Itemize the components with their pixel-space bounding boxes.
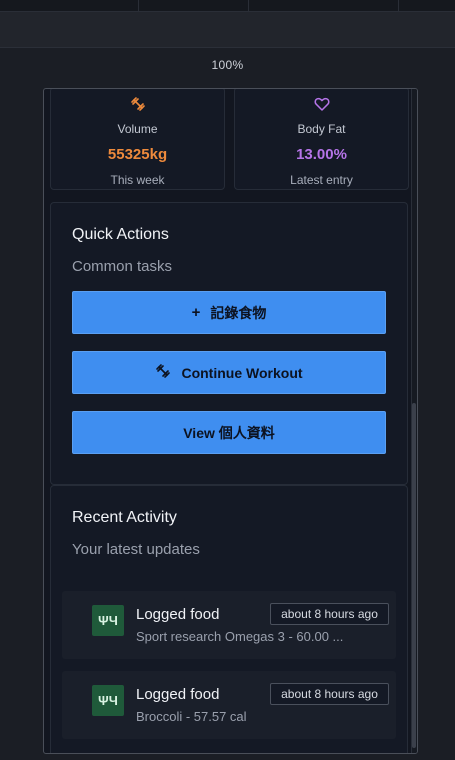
- tab-divider: [398, 0, 399, 12]
- tab-divider: [138, 0, 139, 12]
- button-label: Continue Workout: [181, 364, 303, 381]
- activity-item[interactable]: ΨЧ Logged food Sport research Omegas 3 -…: [62, 591, 396, 659]
- stat-card-volume: Volume 55325kg This week: [50, 89, 225, 190]
- stat-value: 55325kg: [107, 146, 168, 163]
- quick-actions-card: Quick Actions Common tasks + 記錄食物 Contin…: [50, 202, 408, 485]
- zoom-level: 100%: [211, 58, 244, 72]
- tab-divider: [248, 0, 249, 12]
- utensils-icon: ΨЧ: [92, 685, 124, 716]
- devtools-toolbar: [0, 12, 455, 48]
- card-subtitle: Your latest updates: [72, 541, 200, 558]
- timestamp-badge: about 8 hours ago: [270, 683, 389, 705]
- activity-description: Sport research Omegas 3 - 60.00 ...: [136, 629, 344, 644]
- continue-workout-button[interactable]: Continue Workout: [72, 351, 386, 394]
- activity-description: Broccoli - 57.57 cal: [136, 709, 247, 724]
- stat-caption: Latest entry: [290, 173, 353, 187]
- activity-title: Logged food: [136, 606, 220, 623]
- timestamp-badge: about 8 hours ago: [270, 603, 389, 625]
- button-label: View 個人資料: [183, 424, 275, 441]
- button-label: 記錄食物: [210, 304, 267, 321]
- utensils-icon: ΨЧ: [92, 605, 124, 636]
- stat-value: 13.00%: [296, 146, 347, 163]
- stat-label: Body Fat: [297, 122, 346, 136]
- card-title: Quick Actions: [72, 226, 169, 243]
- recent-activity-card: Recent Activity Your latest updates ΨЧ L…: [50, 485, 408, 753]
- stat-caption: This week: [110, 173, 165, 187]
- browser-tabstrip: [0, 0, 455, 12]
- scrollbar-thumb[interactable]: [412, 403, 416, 748]
- heart-icon: [235, 96, 408, 114]
- activity-title: Logged food: [136, 686, 220, 703]
- stat-label: Volume: [117, 122, 158, 136]
- stat-card-body-fat: Body Fat 13.00% Latest entry: [234, 89, 409, 190]
- dumbbell-icon: [155, 363, 171, 382]
- card-subtitle: Common tasks: [72, 258, 173, 275]
- card-title: Recent Activity: [72, 509, 177, 526]
- view-profile-button[interactable]: View 個人資料: [72, 411, 386, 454]
- dumbbell-icon: [51, 96, 224, 114]
- device-viewport: Volume 55325kg This week Body Fat 13.00%…: [43, 88, 418, 754]
- log-food-button[interactable]: + 記錄食物: [72, 291, 386, 334]
- activity-item[interactable]: ΨЧ Logged food Broccoli - 57.57 cal abou…: [62, 671, 396, 739]
- plus-icon: +: [191, 304, 201, 321]
